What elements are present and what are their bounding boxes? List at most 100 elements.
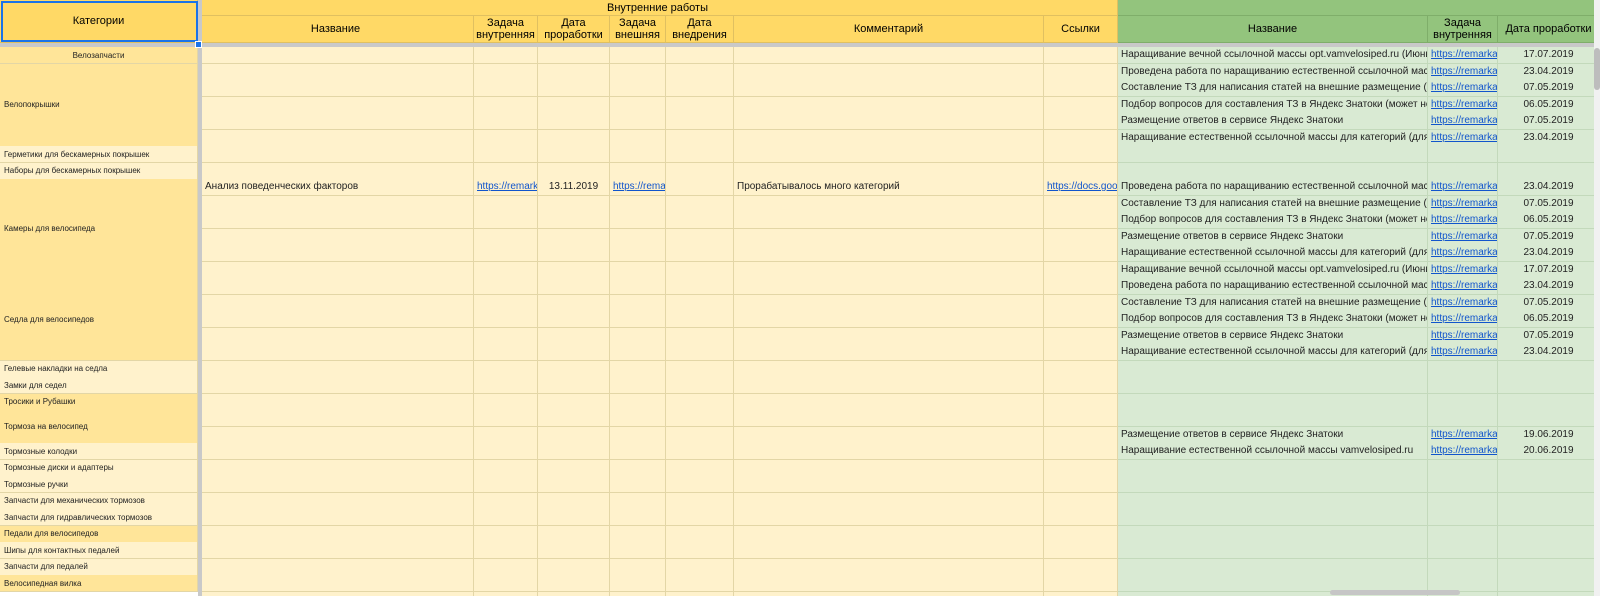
external-cell[interactable]: 17.07.2019 — [1498, 261, 1600, 279]
cell-link[interactable]: https://remarka — [1431, 346, 1497, 357]
internal-cell[interactable] — [538, 63, 610, 81]
external-cell[interactable]: https://remarka — [1428, 443, 1498, 460]
internal-cell[interactable] — [610, 261, 666, 279]
internal-cell[interactable] — [202, 245, 474, 262]
cell-link[interactable]: https://remarka — [1431, 231, 1497, 242]
header-external-2[interactable]: Дата проработки — [1498, 16, 1600, 43]
internal-cell[interactable] — [734, 575, 1044, 592]
category-cell[interactable]: Герметики для бескамерных покрышек — [0, 146, 198, 163]
internal-cell[interactable] — [610, 542, 666, 559]
internal-cell[interactable] — [734, 542, 1044, 559]
spreadsheet-grid[interactable]: Категории Внутренние работы Название Задача… — [0, 0, 1600, 596]
internal-cell[interactable] — [538, 542, 610, 559]
internal-cell[interactable] — [538, 311, 610, 328]
internal-cell[interactable] — [202, 410, 474, 427]
internal-cell[interactable] — [734, 492, 1044, 510]
cell-link[interactable]: https://remark — [477, 181, 537, 192]
internal-cell[interactable] — [1044, 261, 1118, 279]
internal-cell[interactable] — [734, 113, 1044, 130]
internal-cell[interactable] — [202, 393, 474, 411]
internal-cell[interactable] — [474, 344, 538, 361]
internal-cell[interactable] — [1044, 360, 1118, 378]
internal-cell[interactable] — [734, 558, 1044, 576]
cell-link[interactable]: https://remarka — [1431, 445, 1497, 456]
internal-cell[interactable] — [734, 195, 1044, 213]
internal-cell[interactable] — [610, 113, 666, 130]
internal-cell[interactable] — [734, 360, 1044, 378]
cell-link[interactable]: https://docs.goo — [1047, 181, 1117, 192]
internal-cell[interactable] — [734, 344, 1044, 361]
internal-cell[interactable] — [202, 344, 474, 361]
external-cell[interactable] — [1428, 509, 1498, 526]
external-cell[interactable] — [1498, 509, 1600, 526]
internal-cell[interactable] — [538, 228, 610, 246]
external-cell[interactable]: https://remarka — [1428, 426, 1498, 444]
internal-cell[interactable] — [666, 228, 734, 246]
internal-cell[interactable] — [666, 509, 734, 526]
cell-link[interactable]: https://remarka — [1431, 297, 1497, 308]
external-cell[interactable] — [1118, 162, 1428, 180]
header-external-0[interactable]: Название — [1118, 16, 1428, 43]
internal-cell[interactable] — [610, 410, 666, 427]
internal-cell[interactable] — [1044, 195, 1118, 213]
internal-cell[interactable] — [734, 146, 1044, 163]
internal-cell[interactable] — [202, 80, 474, 97]
internal-cell[interactable] — [1044, 129, 1118, 147]
internal-cell[interactable] — [538, 245, 610, 262]
external-cell[interactable]: https://remarka — [1428, 261, 1498, 279]
internal-cell[interactable] — [538, 575, 610, 592]
internal-cell[interactable] — [610, 509, 666, 526]
external-cell[interactable]: Составление ТЗ для написания статей на в… — [1118, 195, 1428, 213]
internal-cell[interactable] — [474, 492, 538, 510]
internal-cell[interactable] — [474, 509, 538, 526]
external-cell[interactable]: 23.04.2019 — [1498, 245, 1600, 262]
cell-link[interactable]: https://remarka — [1431, 115, 1497, 126]
internal-cell[interactable] — [474, 393, 538, 411]
internal-cell[interactable] — [1044, 426, 1118, 444]
internal-cell[interactable] — [734, 509, 1044, 526]
internal-cell[interactable] — [474, 228, 538, 246]
cell-link[interactable]: https://remarka — [1431, 429, 1497, 440]
internal-cell[interactable] — [202, 443, 474, 460]
internal-cell[interactable] — [202, 96, 474, 114]
internal-cell[interactable] — [202, 575, 474, 592]
internal-cell[interactable] — [610, 459, 666, 477]
internal-cell[interactable] — [1044, 212, 1118, 229]
internal-cell[interactable] — [202, 113, 474, 130]
internal-cell[interactable] — [734, 278, 1044, 295]
external-cell[interactable]: 17.07.2019 — [1498, 47, 1600, 64]
cell-link[interactable]: https://rema — [613, 181, 665, 192]
internal-cell[interactable] — [666, 476, 734, 493]
external-cell[interactable]: Проведена работа по наращиванию естестве… — [1118, 278, 1428, 295]
internal-cell[interactable] — [666, 80, 734, 97]
internal-cell[interactable] — [1044, 591, 1118, 596]
internal-cell[interactable] — [202, 492, 474, 510]
internal-cell[interactable] — [538, 459, 610, 477]
internal-cell[interactable] — [474, 311, 538, 328]
internal-cell[interactable] — [610, 575, 666, 592]
internal-cell[interactable] — [1044, 245, 1118, 262]
internal-cell[interactable] — [202, 542, 474, 559]
header-categories[interactable]: Категории — [0, 0, 198, 43]
internal-cell[interactable] — [538, 525, 610, 543]
internal-cell[interactable] — [734, 459, 1044, 477]
internal-cell[interactable] — [538, 47, 610, 64]
external-cell[interactable] — [1428, 360, 1498, 378]
internal-cell[interactable] — [734, 525, 1044, 543]
external-cell[interactable]: Наращивание естественной ссылочной массы… — [1118, 443, 1428, 460]
internal-cell[interactable] — [1044, 459, 1118, 477]
internal-cell[interactable] — [202, 509, 474, 526]
internal-cell[interactable] — [474, 558, 538, 576]
internal-cell[interactable] — [202, 63, 474, 81]
external-cell[interactable]: https://remarka — [1428, 129, 1498, 147]
internal-cell[interactable] — [538, 113, 610, 130]
internal-cell[interactable] — [202, 327, 474, 345]
internal-cell[interactable] — [666, 294, 734, 312]
external-cell[interactable] — [1118, 360, 1428, 378]
internal-cell[interactable] — [474, 47, 538, 64]
internal-cell[interactable] — [1044, 377, 1118, 394]
external-cell[interactable]: Наращивание естественной ссылочной массы… — [1118, 129, 1428, 147]
internal-cell[interactable] — [474, 525, 538, 543]
external-cell[interactable]: 23.04.2019 — [1498, 63, 1600, 81]
internal-cell[interactable] — [202, 360, 474, 378]
